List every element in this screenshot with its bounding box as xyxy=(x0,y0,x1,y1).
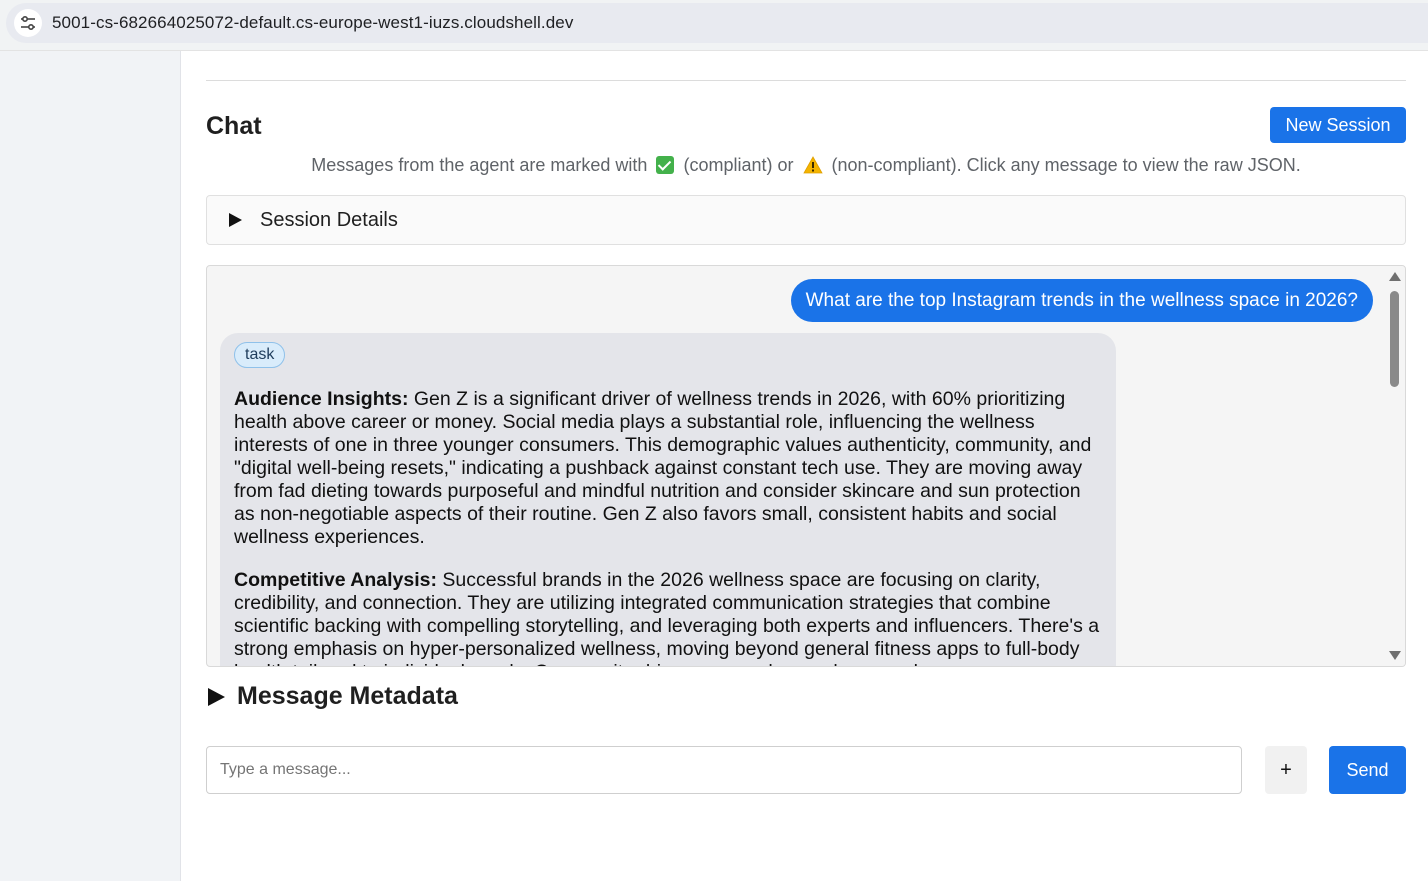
message-input[interactable] xyxy=(206,746,1242,794)
legend-compliant: (compliant) or xyxy=(683,155,794,175)
agent-message[interactable]: task Audience Insights: Gen Z is a signi… xyxy=(220,333,1116,666)
chat-scrollbar[interactable] xyxy=(1385,266,1405,666)
session-details-toggle[interactable]: Session Details xyxy=(206,195,1406,245)
new-session-button[interactable]: New Session xyxy=(1270,107,1406,143)
expand-triangle-icon xyxy=(229,213,242,227)
address-bar[interactable]: 5001-cs-682664025072-default.cs-europe-w… xyxy=(6,3,1428,43)
session-details-label: Session Details xyxy=(260,208,398,231)
main-content: Chat New Session Messages from the agent… xyxy=(206,51,1406,881)
page-title: Chat xyxy=(206,112,262,140)
url-text[interactable]: 5001-cs-682664025072-default.cs-europe-w… xyxy=(52,13,573,33)
scroll-up-icon[interactable] xyxy=(1389,272,1401,281)
divider xyxy=(206,80,1406,81)
chat-messages[interactable]: What are the top Instagram trends in the… xyxy=(206,265,1406,667)
agent-paragraph: Audience Insights: Gen Z is a significan… xyxy=(234,388,1102,549)
check-mark-icon xyxy=(656,156,675,174)
paragraph-heading: Competitive Analysis: xyxy=(234,569,437,591)
warning-icon xyxy=(802,156,823,174)
legend-prefix: Messages from the agent are marked with xyxy=(311,155,648,175)
paragraph-heading: Audience Insights: xyxy=(234,388,409,410)
paragraph-text: Gen Z is a significant driver of wellnes… xyxy=(234,388,1092,548)
scroll-down-icon[interactable] xyxy=(1389,651,1401,660)
agent-paragraph: Competitive Analysis: Successful brands … xyxy=(234,569,1102,666)
message-metadata-toggle[interactable]: Message Metadata xyxy=(208,682,458,711)
tune-icon[interactable] xyxy=(14,9,42,37)
task-badge: task xyxy=(234,342,286,368)
browser-url-bar: 5001-cs-682664025072-default.cs-europe-w… xyxy=(0,0,1428,51)
send-button[interactable]: Send xyxy=(1329,746,1406,794)
scrollbar-thumb[interactable] xyxy=(1390,291,1399,387)
compliance-legend: Messages from the agent are marked with … xyxy=(206,155,1406,176)
user-message[interactable]: What are the top Instagram trends in the… xyxy=(790,279,1373,322)
left-sidebar xyxy=(0,51,181,881)
expand-triangle-icon xyxy=(208,687,225,706)
legend-noncompliant: (non-compliant). Click any message to vi… xyxy=(831,155,1301,175)
message-metadata-label: Message Metadata xyxy=(237,682,458,710)
attach-button[interactable]: + xyxy=(1265,746,1307,794)
